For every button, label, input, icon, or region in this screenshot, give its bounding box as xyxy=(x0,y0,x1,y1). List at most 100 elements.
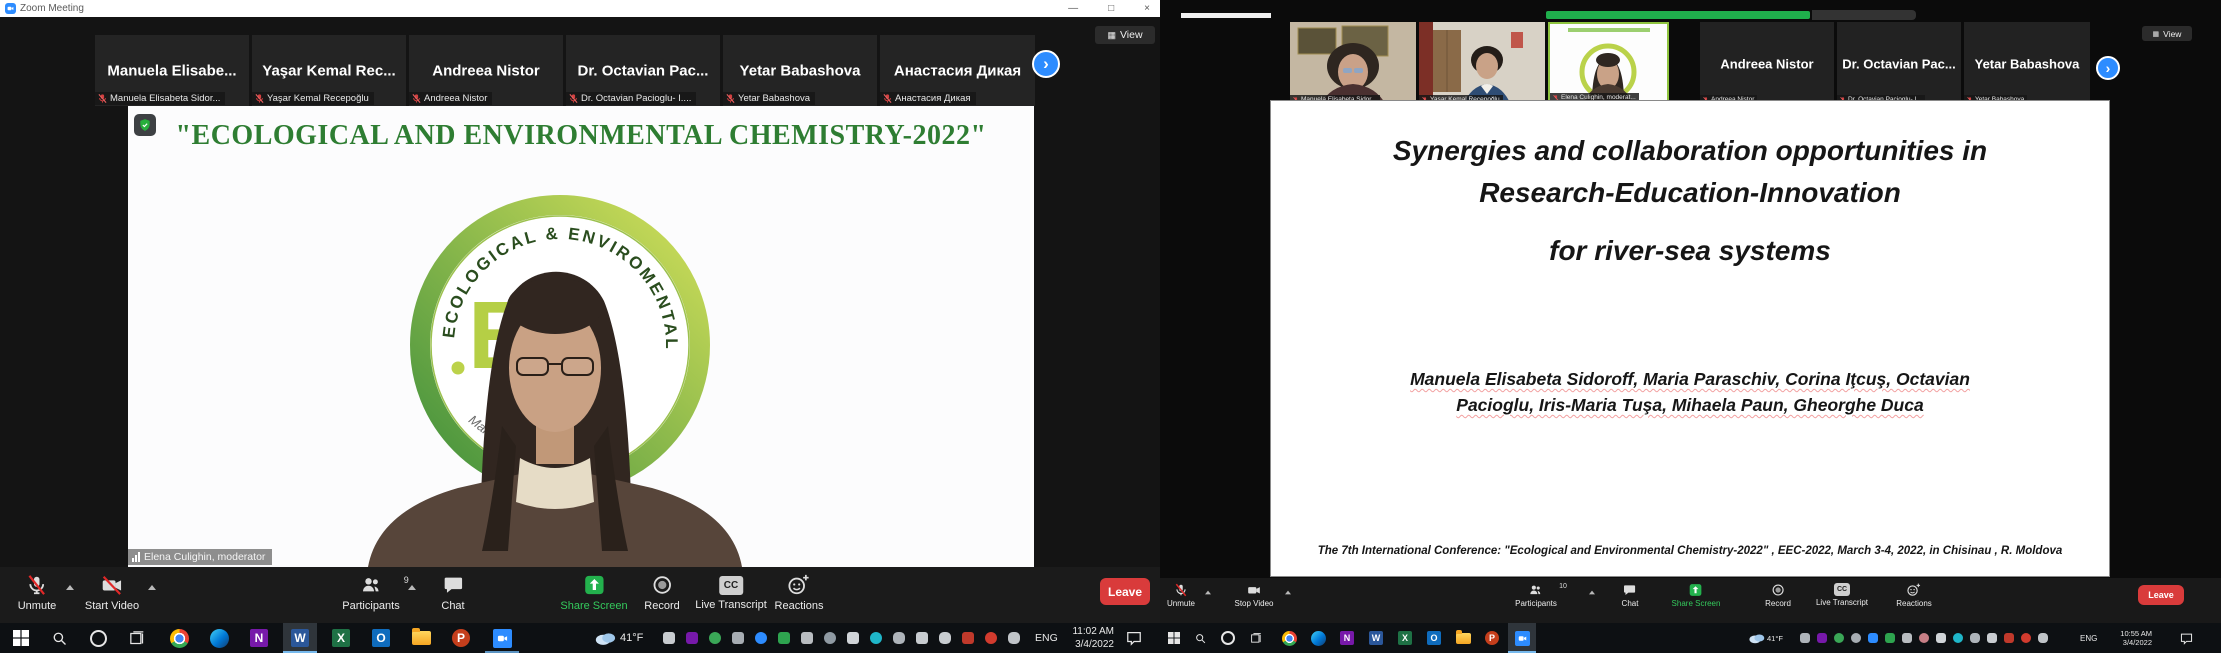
reactions-button[interactable]: Reactions xyxy=(775,574,824,612)
leave-button[interactable]: Leave xyxy=(1100,578,1150,605)
tray-icon-defender[interactable] xyxy=(778,632,790,644)
weather-icon[interactable] xyxy=(1748,632,1765,644)
edge-taskbar-item[interactable] xyxy=(1305,623,1331,653)
tray-icon-antivirus-check[interactable] xyxy=(709,632,721,644)
search-button[interactable] xyxy=(44,623,74,653)
tray-icon-battery[interactable] xyxy=(1902,633,1912,643)
tray-icon-wifi[interactable] xyxy=(847,632,859,644)
tray-icon-pen[interactable] xyxy=(2038,633,2048,643)
tray-icon-pen[interactable] xyxy=(1008,632,1020,644)
action-center-icon[interactable] xyxy=(1126,630,1142,646)
next-participants-button[interactable]: › xyxy=(2096,56,2120,80)
participant-tile[interactable]: Yetar Babashova Yetar Babashova xyxy=(1964,22,2090,105)
word-taskbar-item[interactable]: W xyxy=(1363,623,1389,653)
participants-button[interactable]: Participants 9 xyxy=(342,574,399,612)
tray-icon-battery[interactable] xyxy=(801,632,813,644)
task-view-button[interactable] xyxy=(122,623,152,653)
tray-icon-speaker[interactable] xyxy=(916,632,928,644)
start-button[interactable] xyxy=(6,623,36,653)
tray-icon-onenote[interactable] xyxy=(1817,633,1827,643)
excel-taskbar-item[interactable]: X xyxy=(1392,623,1418,653)
tray-icon-camera[interactable] xyxy=(1851,633,1861,643)
record-button[interactable]: Record xyxy=(644,574,679,612)
tray-icon-onedrive[interactable] xyxy=(1800,633,1810,643)
view-button[interactable]: ▦ View xyxy=(2142,26,2192,41)
maximize-button[interactable]: □ xyxy=(1108,3,1114,14)
tray-icon-wifi[interactable] xyxy=(1936,633,1946,643)
participant-tile[interactable]: Manuela Elisabe... Manuela Elisabeta Sid… xyxy=(95,35,249,106)
tray-icon-zoom[interactable] xyxy=(755,632,767,644)
edge-taskbar-item[interactable] xyxy=(203,623,235,653)
excel-taskbar-item[interactable]: X xyxy=(325,623,357,653)
view-button[interactable]: ▦ View xyxy=(1095,26,1155,44)
tray-icon-antivirus-check[interactable] xyxy=(1834,633,1844,643)
tray-icon-speaker[interactable] xyxy=(1987,633,1997,643)
chrome-taskbar-item[interactable] xyxy=(163,623,195,653)
cortana-button[interactable] xyxy=(1216,623,1240,653)
tray-icon-calendar-badge[interactable] xyxy=(2004,633,2014,643)
outlook-taskbar-item[interactable]: O xyxy=(1421,623,1447,653)
language-indicator[interactable]: ENG xyxy=(2080,634,2097,643)
onenote-taskbar-item[interactable]: N xyxy=(1334,623,1360,653)
mic-options-caret[interactable] xyxy=(66,585,74,590)
clock[interactable]: 10:55 AM 3/4/2022 xyxy=(2108,629,2152,648)
clock[interactable]: 11:02 AM 3/4/2022 xyxy=(1062,626,1114,651)
participant-tile[interactable]: Dr. Octavian Pac... Dr. Octavian Paciogl… xyxy=(1837,22,1961,105)
file-explorer-taskbar-item[interactable] xyxy=(1450,623,1476,653)
chrome-taskbar-item[interactable] xyxy=(1276,623,1302,653)
zoom-taskbar-item[interactable] xyxy=(485,623,519,653)
participant-tile[interactable]: Andreea Nistor Andreea Nistor xyxy=(1700,22,1834,105)
close-button[interactable]: × xyxy=(1144,3,1150,14)
tray-icon-zoom[interactable] xyxy=(1868,633,1878,643)
tray-icon-defender[interactable] xyxy=(1885,633,1895,643)
title-bar[interactable]: Zoom Meeting — □ × xyxy=(0,0,1160,17)
tray-icon-usb[interactable] xyxy=(663,632,675,644)
meeting-encryption-shield[interactable] xyxy=(134,114,156,136)
chat-button[interactable]: Chat xyxy=(441,574,464,612)
tray-icon-calendar-badge[interactable] xyxy=(962,632,974,644)
live-transcript-button[interactable]: CC Live Transcript xyxy=(1816,583,1868,607)
active-speaker-video[interactable]: "ECOLOGICAL AND ENVIRONMENTAL CHEMISTRY-… xyxy=(128,106,1034,567)
task-view-button[interactable] xyxy=(1244,623,1268,653)
outlook-taskbar-item[interactable]: O xyxy=(365,623,397,653)
tray-icon-onedrive[interactable] xyxy=(893,632,905,644)
powerpoint-taskbar-item[interactable]: P xyxy=(1479,623,1505,653)
participant-tile[interactable]: Dr. Octavian Pac... Dr. Octavian Paciogl… xyxy=(566,35,720,106)
zoom-taskbar-item[interactable] xyxy=(1508,623,1536,653)
tray-icon-s-app[interactable] xyxy=(824,632,836,644)
tray-icon-snowflake[interactable] xyxy=(2021,633,2031,643)
language-indicator[interactable]: ENG xyxy=(1035,632,1058,644)
action-center-icon[interactable] xyxy=(2180,632,2193,645)
participants-options-caret[interactable] xyxy=(408,585,416,590)
video-tile[interactable]: Yaşar Kemal Recepoğlu xyxy=(1419,22,1545,105)
reactions-button[interactable]: Reactions xyxy=(1896,583,1932,608)
participant-tile[interactable]: Анастасия Дикая Анастасия Дикая xyxy=(880,35,1035,106)
onenote-taskbar-item[interactable]: N xyxy=(243,623,275,653)
video-tile[interactable]: Manuela Elisabeta Sidor... xyxy=(1290,22,1416,105)
tray-icon-microphone[interactable] xyxy=(939,632,951,644)
unmute-button[interactable]: Unmute xyxy=(18,574,57,612)
weather-temp[interactable]: 41°F xyxy=(1767,634,1783,643)
start-button[interactable] xyxy=(1162,623,1186,653)
share-screen-button[interactable]: Share Screen xyxy=(560,574,627,612)
tray-icon-eset[interactable] xyxy=(870,632,882,644)
search-button[interactable] xyxy=(1188,623,1212,653)
chat-button[interactable]: Chat xyxy=(1622,583,1639,608)
leave-button[interactable]: Leave xyxy=(2138,585,2184,605)
participants-options-caret[interactable] xyxy=(1589,591,1595,595)
powerpoint-taskbar-item[interactable]: P xyxy=(445,623,477,653)
live-transcript-button[interactable]: CC Live Transcript xyxy=(695,574,767,611)
tray-icon-s-app[interactable] xyxy=(1919,633,1929,643)
tray-icon-eset[interactable] xyxy=(1953,633,1963,643)
word-taskbar-item[interactable]: W xyxy=(283,623,317,653)
participant-tile[interactable]: Yaşar Kemal Rec... Yaşar Kemal Recepoğlu xyxy=(252,35,406,106)
tray-icon-cloud[interactable] xyxy=(1970,633,1980,643)
share-screen-button[interactable]: Share Screen xyxy=(1672,583,1721,608)
unmute-button[interactable]: Unmute xyxy=(1167,583,1195,608)
weather-temp[interactable]: 41°F xyxy=(620,632,643,644)
participant-tile[interactable]: Yetar Babashova Yetar Babashova xyxy=(723,35,877,106)
tray-icon-camera[interactable] xyxy=(732,632,744,644)
video-options-caret[interactable] xyxy=(1285,591,1291,595)
cortana-button[interactable] xyxy=(83,623,113,653)
file-explorer-taskbar-item[interactable] xyxy=(405,623,437,653)
